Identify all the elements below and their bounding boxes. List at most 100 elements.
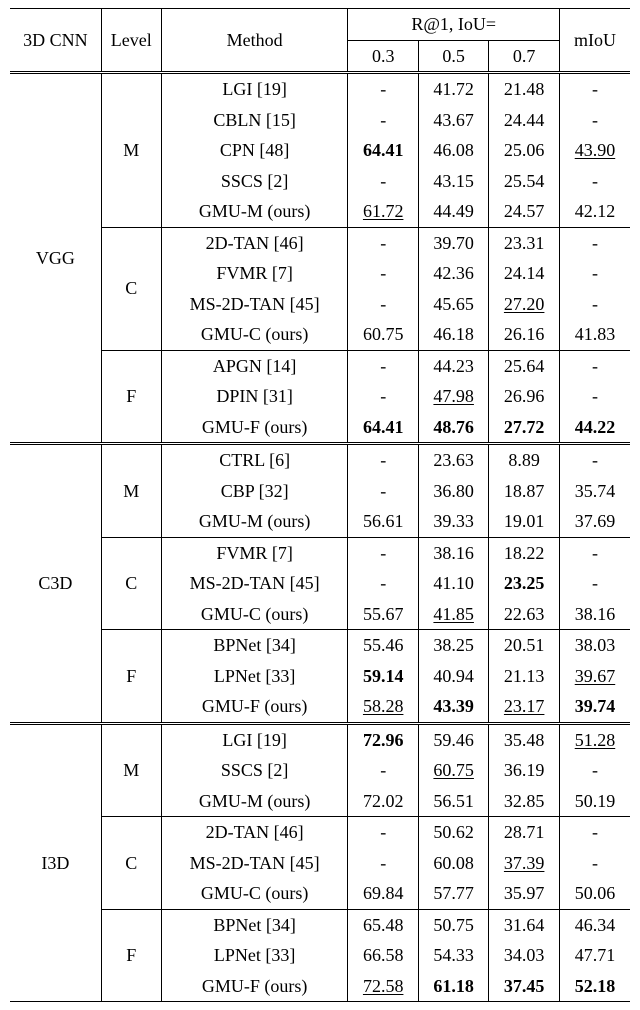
value-cell: 48.76 [418,412,488,444]
value-cell: 21.48 [489,73,560,105]
value-cell: - [348,166,418,197]
method-cell: LGI [19] [161,73,348,105]
method-cell: CBLN [15] [161,105,348,136]
value-cell: 66.58 [348,940,418,971]
value-cell: - [348,537,418,568]
value-cell: 26.96 [489,381,560,412]
value-cell: 18.87 [489,476,560,507]
value-cell: 59.46 [418,723,488,755]
level-cell: M [101,444,161,538]
miou-cell: 46.34 [559,909,630,940]
value-cell: 41.10 [418,568,488,599]
value-cell: 50.75 [418,909,488,940]
hdr-r1: R@1, IoU= [348,9,559,41]
value-cell: 64.41 [348,412,418,444]
miou-cell: - [559,166,630,197]
method-cell: 2D-TAN [46] [161,227,348,258]
method-cell: CBP [32] [161,476,348,507]
value-cell: - [348,568,418,599]
miou-cell: 52.18 [559,971,630,1002]
value-cell: 28.71 [489,817,560,848]
value-cell: 43.39 [418,691,488,723]
value-cell: 57.77 [418,878,488,909]
value-cell: 42.36 [418,258,488,289]
value-cell: 36.80 [418,476,488,507]
value-cell: 39.33 [418,506,488,537]
value-cell: 24.57 [489,196,560,227]
value-cell: 47.98 [418,381,488,412]
method-cell: GMU-M (ours) [161,506,348,537]
method-cell: APGN [14] [161,350,348,381]
value-cell: 25.54 [489,166,560,197]
miou-cell: - [559,350,630,381]
cnn-cell: I3D [10,723,101,1002]
value-cell: 41.85 [418,599,488,630]
value-cell: - [348,848,418,879]
hdr-iou03: 0.3 [348,40,418,73]
miou-cell: 35.74 [559,476,630,507]
value-cell: 64.41 [348,135,418,166]
miou-cell: 38.16 [559,599,630,630]
value-cell: 72.96 [348,723,418,755]
value-cell: 19.01 [489,506,560,537]
level-cell: C [101,817,161,910]
method-cell: GMU-M (ours) [161,786,348,817]
method-cell: CTRL [6] [161,444,348,476]
level-cell: M [101,723,161,817]
value-cell: 39.70 [418,227,488,258]
value-cell: 23.31 [489,227,560,258]
hdr-level: Level [101,9,161,73]
method-cell: LPNet [33] [161,940,348,971]
value-cell: 38.16 [418,537,488,568]
value-cell: 54.33 [418,940,488,971]
level-cell: F [101,630,161,724]
value-cell: 56.51 [418,786,488,817]
value-cell: 55.46 [348,630,418,661]
value-cell: 69.84 [348,878,418,909]
miou-cell: 39.74 [559,691,630,723]
value-cell: - [348,381,418,412]
miou-cell: 42.12 [559,196,630,227]
value-cell: 46.18 [418,319,488,350]
value-cell: 41.72 [418,73,488,105]
value-cell: 23.63 [418,444,488,476]
value-cell: - [348,755,418,786]
value-cell: 24.14 [489,258,560,289]
value-cell: 37.39 [489,848,560,879]
value-cell: 55.67 [348,599,418,630]
method-cell: GMU-F (ours) [161,412,348,444]
value-cell: 43.15 [418,166,488,197]
method-cell: SSCS [2] [161,755,348,786]
value-cell: 25.06 [489,135,560,166]
value-cell: 31.64 [489,909,560,940]
value-cell: 32.85 [489,786,560,817]
value-cell: 44.23 [418,350,488,381]
value-cell: 50.62 [418,817,488,848]
value-cell: 37.45 [489,971,560,1002]
value-cell: 21.13 [489,661,560,692]
value-cell: 24.44 [489,105,560,136]
miou-cell: - [559,568,630,599]
value-cell: 25.64 [489,350,560,381]
value-cell: - [348,476,418,507]
level-cell: C [101,537,161,630]
method-cell: DPIN [31] [161,381,348,412]
miou-cell: - [559,289,630,320]
value-cell: 27.20 [489,289,560,320]
cnn-cell: VGG [10,73,101,444]
miou-cell: - [559,381,630,412]
miou-cell: - [559,105,630,136]
results-table: 3D CNN Level Method R@1, IoU= mIoU 0.3 0… [10,8,630,1002]
value-cell: - [348,227,418,258]
value-cell: 58.28 [348,691,418,723]
value-cell: - [348,817,418,848]
method-cell: GMU-F (ours) [161,971,348,1002]
value-cell: 36.19 [489,755,560,786]
value-cell: 56.61 [348,506,418,537]
value-cell: 65.48 [348,909,418,940]
value-cell: 20.51 [489,630,560,661]
method-cell: 2D-TAN [46] [161,817,348,848]
miou-cell: 44.22 [559,412,630,444]
value-cell: 18.22 [489,537,560,568]
method-cell: CPN [48] [161,135,348,166]
